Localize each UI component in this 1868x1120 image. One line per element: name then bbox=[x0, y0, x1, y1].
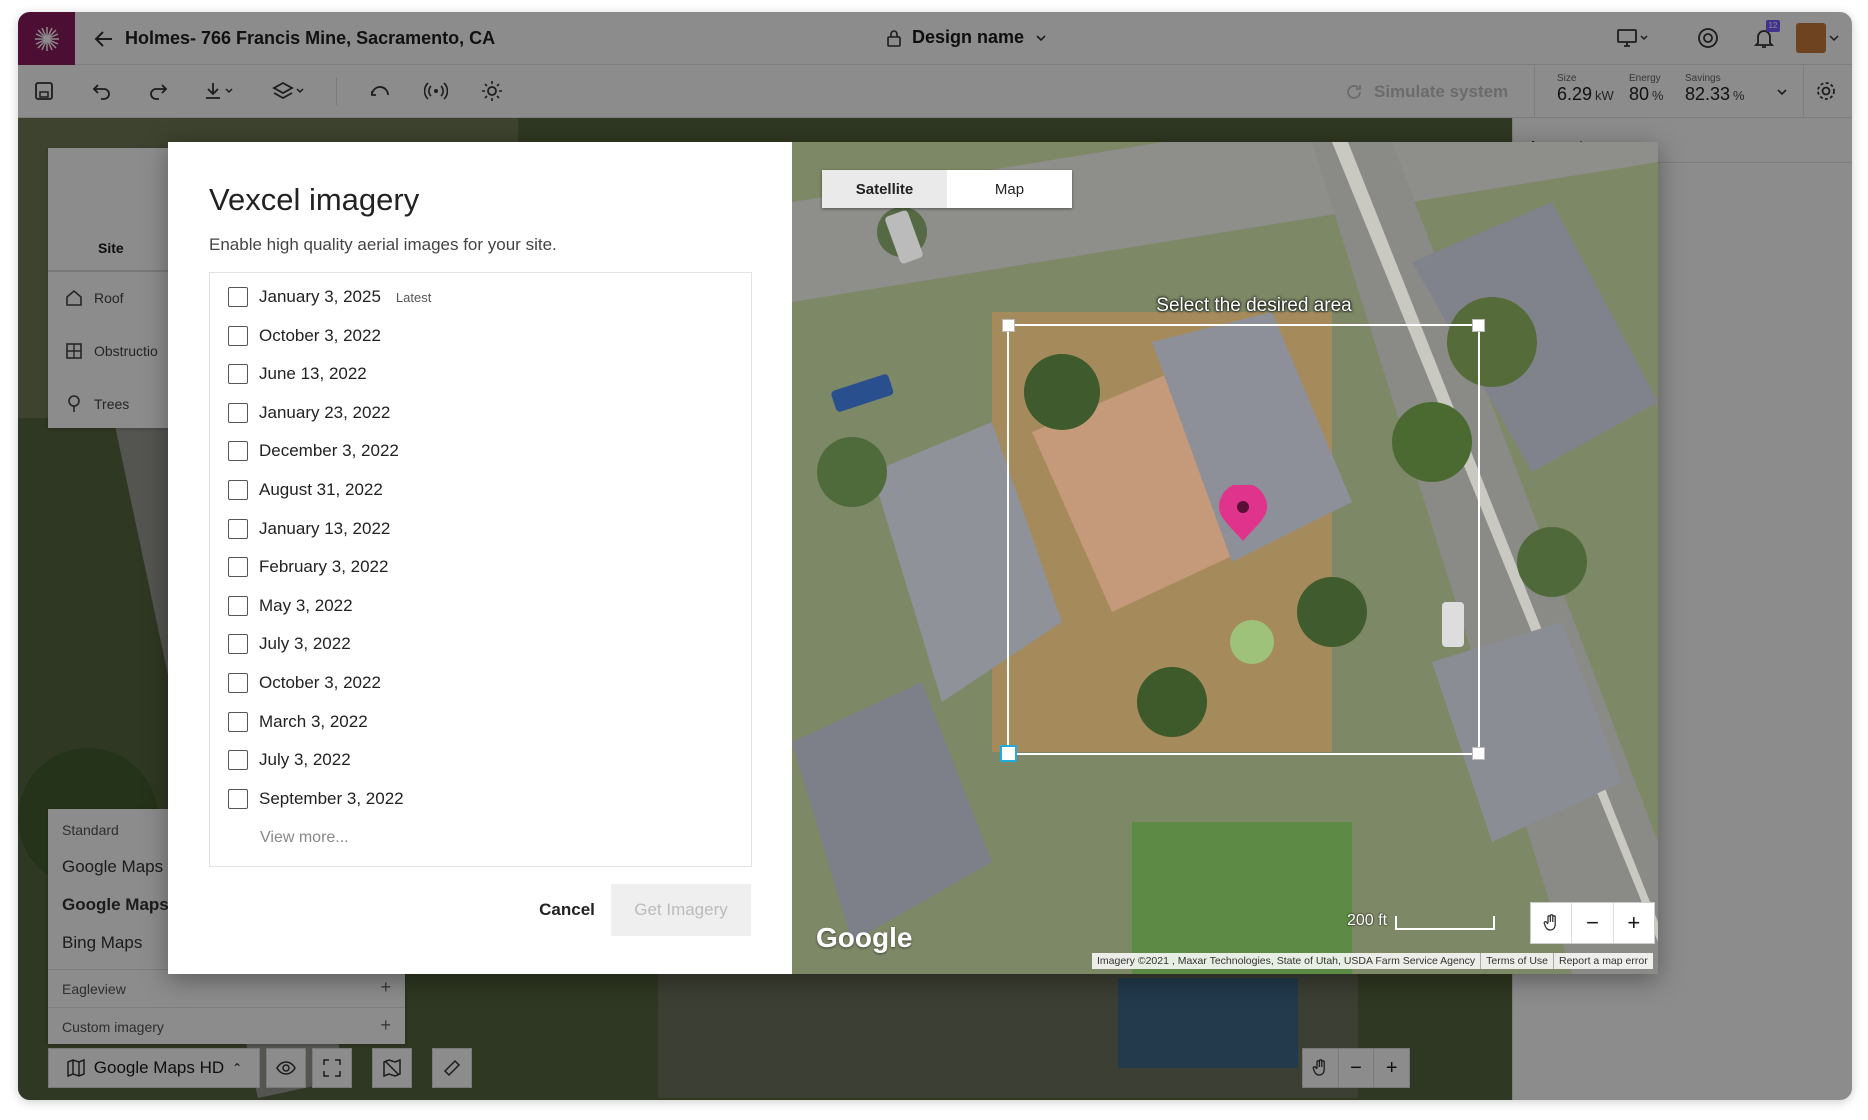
modal-form: Vexcel imagery Enable high quality aeria… bbox=[168, 142, 792, 974]
app-window: Holmes- 766 Francis Mine, Sacramento, CA… bbox=[18, 12, 1852, 1100]
date-label: August 31, 2022 bbox=[259, 480, 383, 499]
date-option[interactable]: July 3, 2022 bbox=[228, 750, 351, 771]
date-option[interactable]: February 3, 2022 bbox=[228, 557, 389, 578]
date-label: July 3, 2022 bbox=[259, 634, 351, 654]
date-label: May 3, 2022 bbox=[259, 595, 353, 615]
checkbox[interactable] bbox=[228, 557, 248, 578]
checkbox[interactable] bbox=[228, 518, 248, 539]
terms-link[interactable]: Terms of Use bbox=[1481, 953, 1554, 969]
select-area-label: Select the desired area bbox=[1156, 295, 1352, 316]
date-option[interactable]: September 3, 2022 bbox=[228, 788, 404, 809]
checkbox[interactable] bbox=[228, 595, 248, 616]
resize-handle[interactable] bbox=[1472, 319, 1485, 332]
modal-title: Vexcel imagery bbox=[209, 182, 420, 217]
resize-handle[interactable] bbox=[1472, 747, 1485, 760]
checkbox[interactable] bbox=[228, 480, 248, 500]
cancel-button[interactable]: Cancel bbox=[512, 884, 622, 936]
get-imagery-button[interactable]: Get Imagery bbox=[611, 884, 751, 936]
report-error-link[interactable]: Report a map error bbox=[1554, 953, 1653, 969]
checkbox[interactable] bbox=[228, 634, 248, 655]
date-label: March 3, 2022 bbox=[259, 711, 368, 731]
date-option[interactable]: January 23, 2022 bbox=[228, 402, 391, 423]
date-label: June 13, 2022 bbox=[259, 364, 367, 384]
map-zoom-controls: − + bbox=[1530, 902, 1655, 944]
checkbox[interactable] bbox=[228, 441, 248, 462]
vexcel-imagery-modal: Vexcel imagery Enable high quality aeria… bbox=[168, 142, 1658, 974]
attribution-text: Imagery ©2021 , Maxar Technologies, Stat… bbox=[1092, 953, 1482, 969]
checkbox[interactable] bbox=[228, 325, 248, 346]
checkbox[interactable] bbox=[228, 673, 248, 693]
google-watermark: Google bbox=[816, 922, 913, 953]
date-label: January 13, 2022 bbox=[259, 518, 391, 538]
date-option[interactable]: October 3, 2022 bbox=[228, 325, 381, 346]
hand-icon[interactable] bbox=[1531, 903, 1573, 943]
checkbox[interactable] bbox=[228, 750, 248, 771]
resize-handle-active[interactable] bbox=[1000, 745, 1017, 762]
date-option[interactable]: August 31, 2022 bbox=[228, 480, 383, 500]
checkbox[interactable] bbox=[228, 364, 248, 385]
date-label: July 3, 2022 bbox=[259, 750, 351, 770]
date-label: January 23, 2022 bbox=[259, 402, 391, 422]
date-label: October 3, 2022 bbox=[259, 673, 381, 692]
zoom-out-icon[interactable]: − bbox=[1572, 903, 1614, 943]
tab-map[interactable]: Map bbox=[947, 170, 1072, 208]
date-label: September 3, 2022 bbox=[259, 788, 404, 808]
scale-label: 200 ft bbox=[1347, 912, 1388, 929]
tab-satellite[interactable]: Satellite bbox=[822, 170, 947, 208]
date-label: February 3, 2022 bbox=[259, 557, 389, 577]
zoom-in-icon[interactable]: + bbox=[1614, 903, 1654, 943]
date-option[interactable]: March 3, 2022 bbox=[228, 711, 368, 732]
map-type-toggle: Satellite Map bbox=[822, 170, 1072, 208]
date-option[interactable]: July 3, 2022 bbox=[228, 634, 351, 655]
aerial-map[interactable]: Satellite Map Select the desired area Go… bbox=[792, 142, 1658, 974]
resize-handle[interactable] bbox=[1002, 319, 1015, 332]
scale-bar: 200 ft bbox=[1347, 912, 1496, 930]
latest-tag: Latest bbox=[395, 289, 432, 305]
date-option[interactable]: May 3, 2022 bbox=[228, 595, 353, 616]
date-label: October 3, 2022 bbox=[259, 325, 381, 345]
date-label: December 3, 2022 bbox=[259, 441, 399, 461]
modal-subtitle: Enable high quality aerial images for yo… bbox=[209, 235, 557, 254]
date-option[interactable]: January 13, 2022 bbox=[228, 518, 391, 539]
date-label: January 3, 2025 bbox=[259, 287, 381, 306]
date-option[interactable]: December 3, 2022 bbox=[228, 441, 399, 462]
checkbox[interactable] bbox=[228, 287, 248, 307]
date-option[interactable]: October 3, 2022 bbox=[228, 673, 381, 693]
map-attribution: Imagery ©2021 , Maxar Technologies, Stat… bbox=[1092, 953, 1653, 969]
checkbox[interactable] bbox=[228, 402, 248, 423]
date-option[interactable]: June 13, 2022 bbox=[228, 364, 367, 385]
checkbox[interactable] bbox=[228, 788, 248, 809]
date-list: January 3, 2025 Latest October 3, 2022 June… bbox=[209, 272, 752, 867]
date-option[interactable]: January 3, 2025 Latest bbox=[228, 287, 431, 307]
checkbox[interactable] bbox=[228, 711, 248, 732]
scale-line bbox=[1395, 916, 1496, 930]
view-more-link[interactable]: View more... bbox=[260, 829, 349, 847]
location-pin-icon[interactable] bbox=[1217, 485, 1269, 543]
